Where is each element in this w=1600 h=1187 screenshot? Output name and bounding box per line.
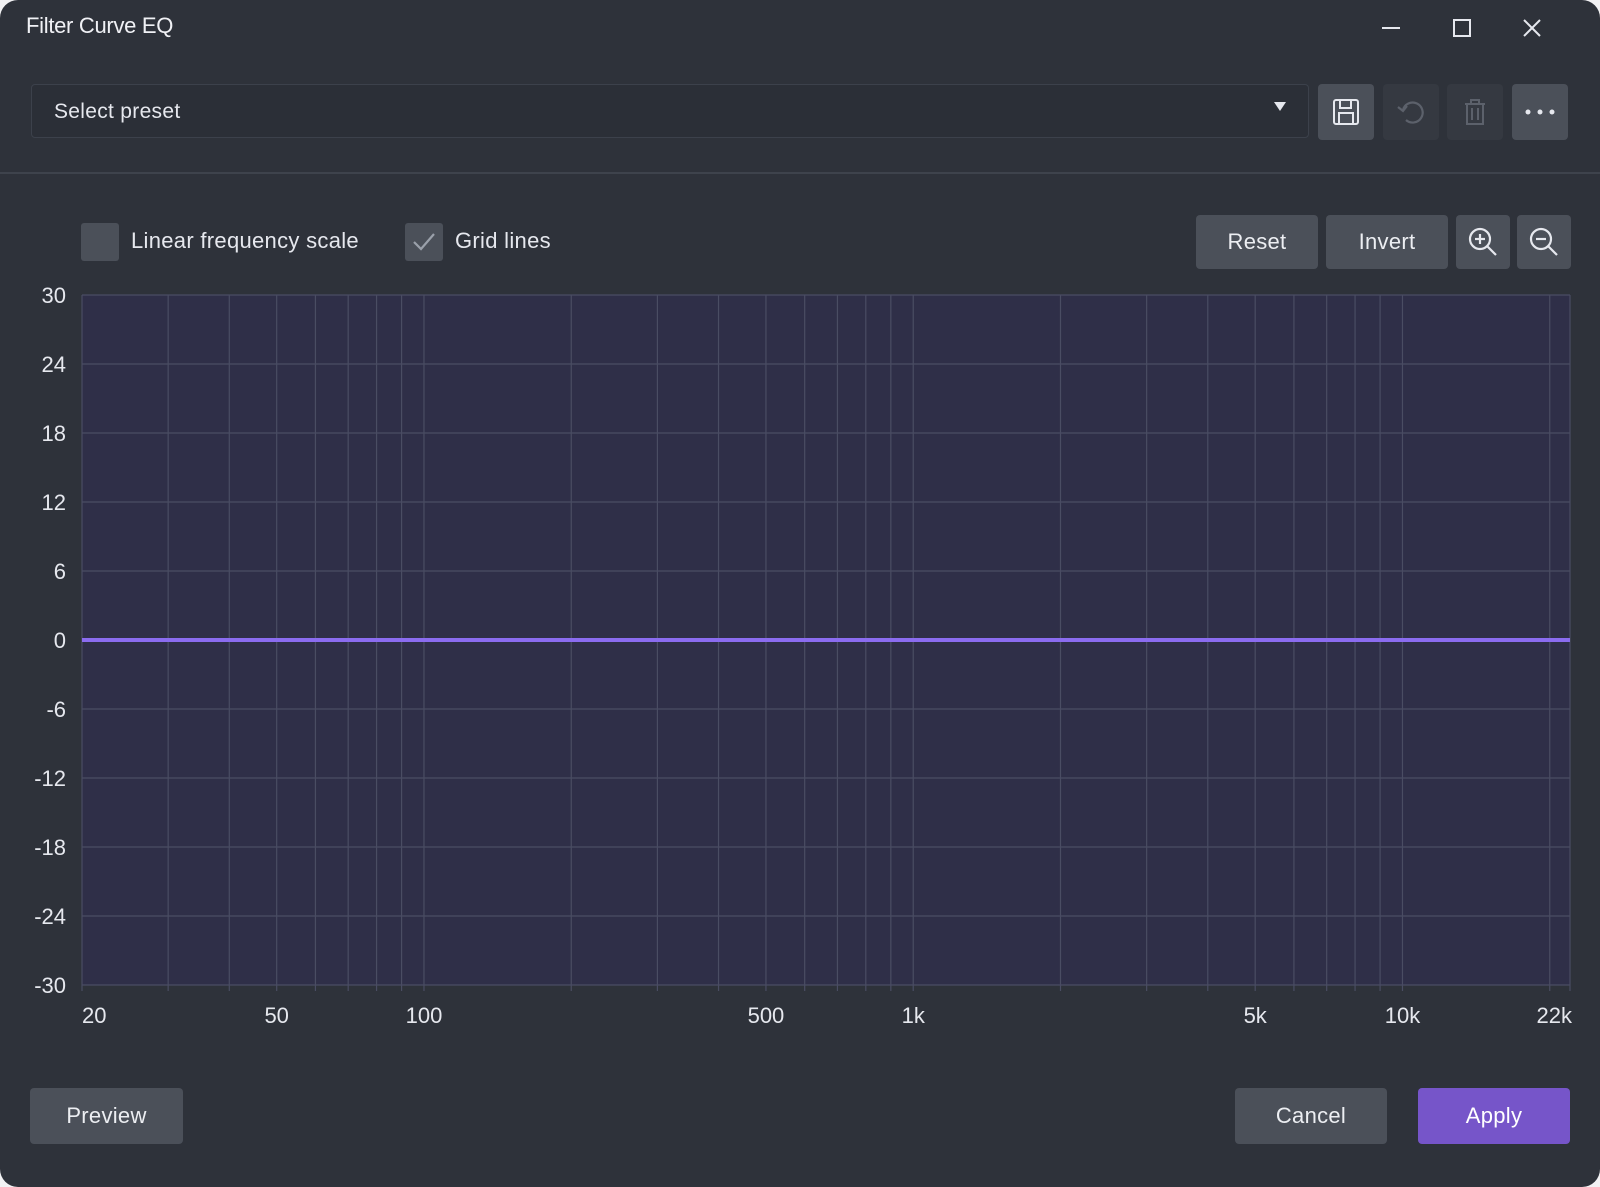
filter-curve-eq-window: Filter Curve EQ Select preset Linear fre… xyxy=(0,0,1600,1187)
x-tick-label: 5k xyxy=(1244,1003,1268,1025)
caret-down-icon xyxy=(1274,102,1286,111)
x-tick-label: 500 xyxy=(748,1003,785,1025)
delete-preset-button[interactable] xyxy=(1447,84,1503,140)
zoom-out-icon xyxy=(1529,227,1558,256)
x-tick-label: 20 xyxy=(82,1003,106,1025)
x-tick-label: 22k xyxy=(1537,1003,1573,1025)
minimize-icon xyxy=(1382,27,1400,29)
checkmark-icon xyxy=(413,233,435,251)
title-bar: Filter Curve EQ xyxy=(0,0,1600,60)
more-options-button[interactable] xyxy=(1512,84,1568,140)
preview-button[interactable]: Preview xyxy=(30,1088,183,1144)
y-tick-label: 18 xyxy=(42,421,66,446)
revert-preset-button[interactable] xyxy=(1383,84,1439,140)
minimize-button[interactable] xyxy=(1369,10,1413,46)
options-row: Linear frequency scale Grid lines Reset … xyxy=(0,214,1600,270)
y-tick-label: -18 xyxy=(34,835,66,860)
y-tick-label: 0 xyxy=(54,628,66,653)
y-tick-label: -6 xyxy=(46,697,66,722)
save-preset-button[interactable] xyxy=(1318,84,1374,140)
preset-dropdown-value: Select preset xyxy=(54,100,181,123)
more-horizontal-icon xyxy=(1525,109,1555,115)
zoom-in-icon xyxy=(1468,227,1497,256)
close-icon xyxy=(1523,19,1541,37)
trash-icon xyxy=(1465,99,1485,125)
eq-curve-plot[interactable]: 30 24 18 12 6 0 -6 -12 -18 -24 -30 20 50 100 500 1k 5k 10… xyxy=(0,283,1600,1028)
y-tick-label: 30 xyxy=(42,285,66,308)
y-tick-label: 6 xyxy=(54,559,66,584)
undo-icon xyxy=(1397,101,1424,124)
cancel-button[interactable]: Cancel xyxy=(1235,1088,1387,1144)
apply-button[interactable]: Apply xyxy=(1418,1088,1570,1144)
linear-frequency-checkbox[interactable] xyxy=(81,223,119,261)
x-tick-label: 1k xyxy=(902,1003,926,1025)
zoom-out-button[interactable] xyxy=(1517,215,1571,269)
header-separator xyxy=(0,172,1600,174)
y-tick-label: -30 xyxy=(34,973,66,998)
maximize-button[interactable] xyxy=(1440,10,1484,46)
save-icon xyxy=(1333,99,1359,125)
y-tick-label: 24 xyxy=(42,352,66,377)
reset-button[interactable]: Reset xyxy=(1196,215,1318,269)
x-tick-label: 50 xyxy=(264,1003,288,1025)
preset-toolbar: Select preset xyxy=(0,80,1600,144)
y-tick-label: -24 xyxy=(34,904,66,929)
y-tick-label: -12 xyxy=(34,766,66,791)
grid-lines-checkbox[interactable] xyxy=(405,223,443,261)
eq-curve-chart[interactable]: 30 24 18 12 6 0 -6 -12 -18 -24 -30 20 50 100 500 1k 5k 10… xyxy=(0,283,1600,1028)
close-button[interactable] xyxy=(1510,10,1554,46)
x-tick-label: 100 xyxy=(406,1003,443,1025)
window-title: Filter Curve EQ xyxy=(26,13,174,38)
invert-button[interactable]: Invert xyxy=(1326,215,1448,269)
zoom-in-button[interactable] xyxy=(1456,215,1510,269)
y-tick-label: 12 xyxy=(42,490,66,515)
x-tick-label: 10k xyxy=(1385,1003,1421,1025)
preset-dropdown[interactable]: Select preset xyxy=(31,84,1309,138)
grid-lines-label: Grid lines xyxy=(455,228,551,253)
maximize-icon xyxy=(1453,19,1471,37)
linear-frequency-label: Linear frequency scale xyxy=(131,228,359,253)
footer-buttons: Preview Cancel Apply xyxy=(0,1088,1600,1146)
